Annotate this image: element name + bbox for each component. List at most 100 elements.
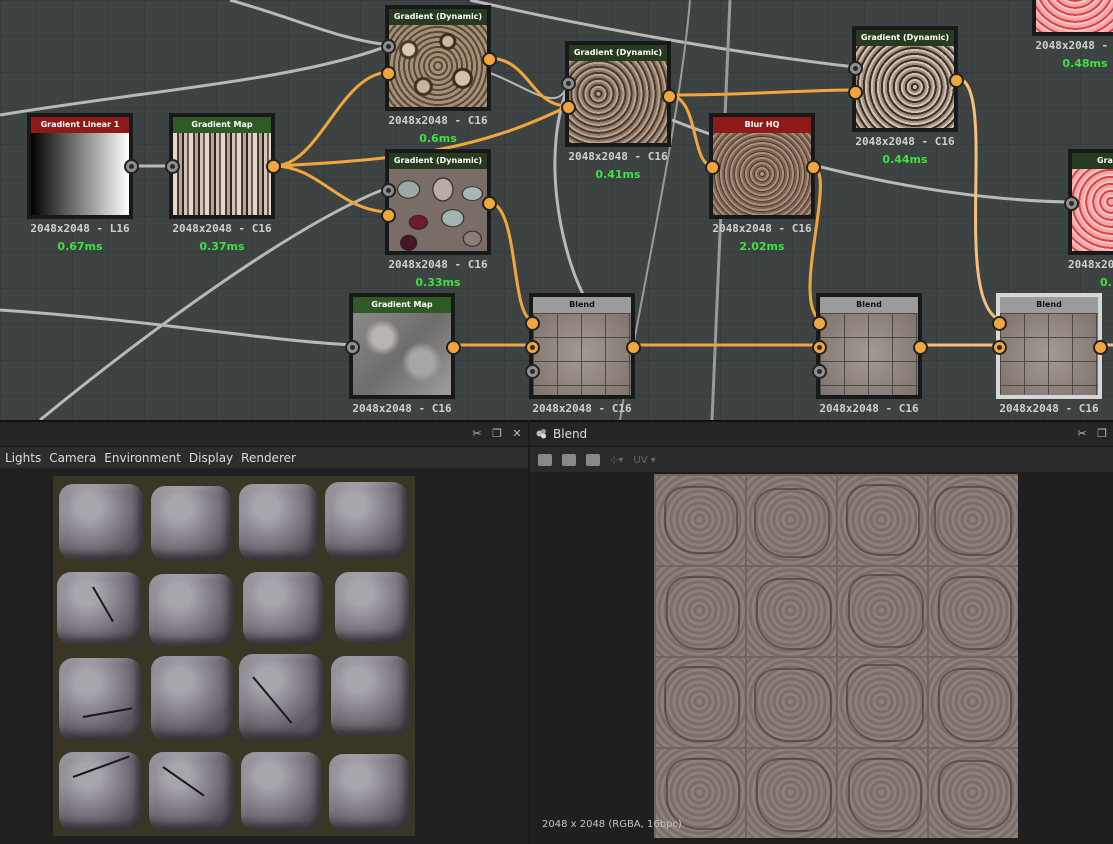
node-blend[interactable]: Blend 2048x2048 - C16: [525, 293, 641, 415]
3d-viewport[interactable]: [0, 468, 528, 844]
2d-viewport[interactable]: 2048 x 2048 (RGBA, 16bpc): [530, 472, 1113, 844]
node-title: Gradient Map: [173, 117, 271, 133]
texture-info: 2048 x 2048 (RGBA, 16bpc): [542, 819, 682, 830]
stone-tile: [335, 572, 409, 642]
input-port[interactable]: [381, 208, 396, 223]
node-resolution: 2048x2048 - C16: [999, 402, 1099, 415]
menu-environment[interactable]: Environment: [104, 451, 181, 465]
pin-icon[interactable]: ✂: [1075, 427, 1089, 440]
node-frame: Gradient (Dynamic): [381, 149, 497, 255]
node-gradient-linear-1[interactable]: Gradient Linear 1 2048x2048 - L16 0.67ms: [27, 113, 139, 253]
2d-view-panel: Blend ✂ ❐ ⊹▾ UV ▾ 2048 x 2048 (RGBA, 16b…: [530, 420, 1113, 844]
input-port[interactable]: [561, 76, 576, 91]
input-port-background[interactable]: [992, 340, 1007, 355]
stone-tile: [239, 654, 323, 740]
input-port-foreground[interactable]: [525, 316, 540, 331]
close-icon[interactable]: ✕: [510, 427, 524, 440]
output-port[interactable]: [949, 73, 964, 88]
node-graph-canvas[interactable]: Gradient Linear 1 2048x2048 - L16 0.67ms…: [0, 0, 1113, 420]
node-resolution: 2048x2048 - C16: [388, 258, 488, 271]
node-blend[interactable]: Blend 2048x2048 - C16: [812, 293, 928, 415]
stone-tile: [149, 752, 233, 830]
node-thumbnail: [569, 61, 667, 143]
input-port[interactable]: [1064, 196, 1079, 211]
node-resolution: 2048x2048 - C16: [819, 402, 919, 415]
node-frame: Gradient (Dynamic): [561, 41, 677, 147]
node-thumbnail: [1036, 0, 1113, 32]
output-port[interactable]: [806, 160, 821, 175]
node-partial-top-right[interactable]: 2048x2048 - C16 0.48ms: [1032, 0, 1113, 70]
stone-tile: [331, 656, 409, 736]
node-resolution: 2048x2048 - C16: [352, 402, 452, 415]
input-port-foreground[interactable]: [992, 316, 1007, 331]
node-blur-hq[interactable]: Blur HQ 2048x2048 - C16 2.02ms: [705, 113, 821, 253]
input-port-background[interactable]: [525, 340, 540, 355]
node-frame: Gradient (Dynamic): [848, 26, 964, 132]
node-thumbnail: [713, 133, 811, 215]
2d-view-title: Blend: [553, 427, 588, 441]
node-thumbnail: [31, 133, 129, 215]
node-partial-right[interactable]: Grad 2048x2048 - 0.: [1064, 149, 1113, 289]
input-port-opacity[interactable]: [525, 364, 540, 379]
node-thumbnail: [353, 313, 451, 395]
menu-camera[interactable]: Camera: [49, 451, 96, 465]
input-port[interactable]: [381, 39, 396, 54]
node-title: Blend: [820, 297, 918, 313]
input-port[interactable]: [705, 160, 720, 175]
node-resolution: 2048x2048 - C16: [1035, 39, 1113, 52]
input-port-background[interactable]: [812, 340, 827, 355]
node-blend-selected[interactable]: Blend 2048x2048 - C16: [992, 293, 1108, 415]
node-gradient-map[interactable]: Gradient Map 2048x2048 - C16 0.37ms: [165, 113, 281, 253]
node-resolution: 2048x2048 - C16: [712, 222, 812, 235]
output-port[interactable]: [626, 340, 641, 355]
stone-tile: [151, 656, 233, 740]
input-port[interactable]: [345, 340, 360, 355]
stone-tile: [59, 658, 141, 740]
tile-outline: [756, 578, 832, 650]
output-port[interactable]: [913, 340, 928, 355]
output-port[interactable]: [124, 159, 139, 174]
channels-icon[interactable]: [538, 454, 552, 466]
uv-label: UV: [633, 454, 648, 466]
input-port-opacity[interactable]: [812, 364, 827, 379]
titlebar-icons: ✂ ❐ ✕: [470, 427, 524, 440]
node-gradient-dynamic[interactable]: Gradient (Dynamic) 2048x2048 - C16 0.6ms: [381, 5, 497, 145]
input-port[interactable]: [165, 159, 180, 174]
uv-dropdown[interactable]: UV ▾: [633, 455, 655, 466]
output-port[interactable]: [266, 159, 281, 174]
input-port-foreground[interactable]: [812, 316, 827, 331]
input-port[interactable]: [381, 183, 396, 198]
menu-renderer[interactable]: Renderer: [241, 451, 296, 465]
node-resolution: 2048x2048 - C16: [532, 402, 632, 415]
node-gradient-dynamic[interactable]: Gradient (Dynamic) 2048x2048 - C16 0.44m…: [848, 26, 964, 166]
node-gradient-dynamic[interactable]: Gradient (Dynamic) 2048x2048 - C16 0.33m…: [381, 149, 497, 289]
float-window-icon[interactable]: ❐: [1095, 427, 1109, 440]
menu-display[interactable]: Display: [189, 451, 233, 465]
node-timing: 0.67ms: [57, 240, 103, 253]
pin-icon[interactable]: ✂: [470, 427, 484, 440]
input-port[interactable]: [848, 85, 863, 100]
input-port[interactable]: [848, 61, 863, 76]
stone-tile: [149, 574, 233, 646]
input-port[interactable]: [381, 66, 396, 81]
material-preview: [53, 476, 415, 836]
save-icon[interactable]: [562, 454, 576, 466]
output-port[interactable]: [1093, 340, 1108, 355]
stone-tile: [59, 484, 143, 560]
node-title: Grad: [1072, 153, 1113, 169]
node-frame: Blur HQ: [705, 113, 821, 219]
menu-lights[interactable]: Lights: [5, 451, 41, 465]
tiling-icon[interactable]: ⊹▾: [610, 455, 623, 466]
input-port[interactable]: [561, 100, 576, 115]
output-port[interactable]: [446, 340, 461, 355]
camera-icon[interactable]: [586, 454, 600, 466]
stone-tile: [243, 572, 323, 644]
float-window-icon[interactable]: ❐: [490, 427, 504, 440]
output-port[interactable]: [662, 89, 677, 104]
output-port[interactable]: [482, 196, 497, 211]
node-gradient-map[interactable]: Gradient Map 2048x2048 - C16: [345, 293, 461, 415]
titlebar-icons: ✂ ❐: [1075, 427, 1109, 440]
node-frame: Gradient (Dynamic): [381, 5, 497, 111]
node-gradient-dynamic[interactable]: Gradient (Dynamic) 2048x2048 - C16 0.41m…: [561, 41, 677, 181]
output-port[interactable]: [482, 52, 497, 67]
